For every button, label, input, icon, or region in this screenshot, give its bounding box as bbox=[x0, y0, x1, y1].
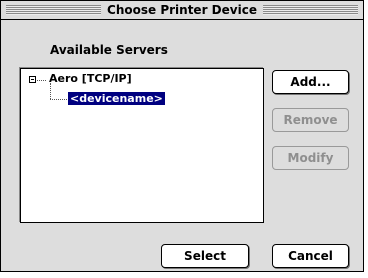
add-button[interactable]: Add... bbox=[272, 70, 349, 94]
tree-connector-line bbox=[50, 99, 67, 100]
server-tree-list[interactable]: Aero [TCP/IP] <devicename> bbox=[20, 68, 264, 223]
cancel-button[interactable]: Cancel bbox=[272, 244, 349, 268]
title-bar[interactable]: Choose Printer Device bbox=[1, 1, 363, 20]
device-name: <devicename> bbox=[68, 92, 165, 105]
tree-connector-line bbox=[50, 83, 51, 99]
tree-item-device[interactable]: <devicename> bbox=[68, 92, 165, 106]
select-button[interactable]: Select bbox=[161, 244, 249, 268]
choose-printer-dialog: Choose Printer Device Available Servers … bbox=[0, 0, 364, 272]
modify-button[interactable]: Modify bbox=[272, 146, 349, 170]
tree-connector-line bbox=[37, 80, 46, 81]
server-name: Aero [TCP/IP] bbox=[49, 72, 132, 85]
minus-icon bbox=[31, 79, 34, 80]
available-servers-label: Available Servers bbox=[50, 43, 168, 57]
window-title: Choose Printer Device bbox=[101, 1, 263, 19]
collapse-toggle-icon[interactable] bbox=[29, 76, 36, 83]
remove-button[interactable]: Remove bbox=[272, 108, 349, 132]
